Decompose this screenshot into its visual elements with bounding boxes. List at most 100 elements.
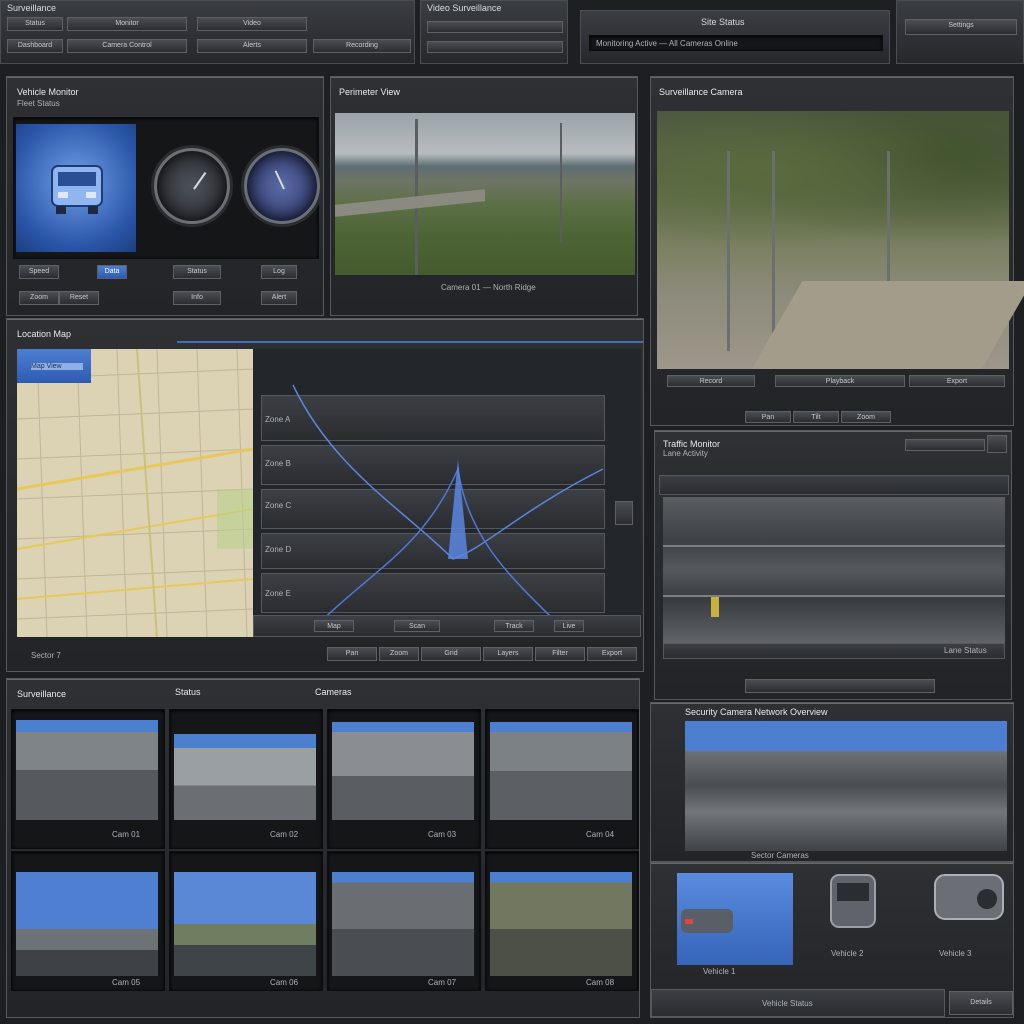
perimeter-camera-panel: Perimeter View Camera 01 — North Ridge xyxy=(330,76,638,316)
map-view[interactable]: Map View xyxy=(17,349,253,637)
control-export[interactable]: Export xyxy=(587,647,637,661)
control-grid[interactable]: Grid xyxy=(421,647,481,661)
camera-tile[interactable]: Cam 01 xyxy=(11,709,165,849)
camera-tile[interactable]: Cam 07 xyxy=(327,851,481,991)
tab-monitor[interactable]: Monitor xyxy=(67,17,187,31)
pan-button[interactable]: Pan xyxy=(745,411,791,423)
vehicle-footer: Vehicle Status xyxy=(651,989,945,1017)
pole xyxy=(560,123,562,243)
top-toolbar-left: Surveillance Status Monitor Video Dashbo… xyxy=(0,0,415,64)
zoom-button[interactable]: Zoom xyxy=(19,291,59,305)
control-filter[interactable]: Filter xyxy=(535,647,585,661)
tab-status[interactable]: Status xyxy=(7,17,63,31)
camera-tile[interactable]: Cam 04 xyxy=(485,709,639,849)
status-title: Site Status xyxy=(701,17,745,27)
chart-area: Zone A Zone B Zone C Zone D Zone E xyxy=(253,349,641,637)
details-button[interactable]: Details xyxy=(949,991,1013,1015)
center-button-2[interactable] xyxy=(427,41,563,53)
camera-tile[interactable]: Cam 08 xyxy=(485,851,639,991)
panel-footer: Sector Cameras xyxy=(751,851,809,860)
alert-button[interactable]: Alert xyxy=(261,291,297,305)
zoom-button[interactable]: Zoom xyxy=(841,411,891,423)
playback-button[interactable]: Playback xyxy=(775,375,905,387)
map-tab-label: Map View xyxy=(31,363,83,370)
vehicle-icon xyxy=(830,874,876,928)
camera-tile[interactable]: Cam 05 xyxy=(11,851,165,991)
center-button-1[interactable] xyxy=(427,21,563,33)
chart-side-button[interactable] xyxy=(615,501,633,525)
control-zoom[interactable]: Zoom xyxy=(379,647,419,661)
camera-tile[interactable]: Cam 06 xyxy=(169,851,323,991)
location-map-panel: Location Map Map View Zone A Zone B Zone… xyxy=(6,318,644,672)
vehicle-label: Vehicle 3 xyxy=(939,949,972,958)
camera-caption: Cam 05 xyxy=(112,978,141,987)
settings-button[interactable]: Settings xyxy=(905,19,1017,35)
surveillance-camera-panel: Surveillance Camera Record Playback Expo… xyxy=(650,76,1024,426)
camera-tile[interactable]: Cam 02 xyxy=(169,709,323,849)
vehicle-display xyxy=(13,117,320,259)
camera-caption: Cam 01 xyxy=(112,830,141,839)
log-button[interactable]: Log xyxy=(261,265,297,279)
close-icon[interactable] xyxy=(987,435,1007,453)
info-button[interactable]: Info xyxy=(173,291,221,305)
center-title: Video Surveillance xyxy=(427,3,502,13)
reset-button[interactable]: Reset xyxy=(59,291,99,305)
panel-title: Traffic Monitor xyxy=(663,439,721,449)
camera-feed[interactable] xyxy=(335,113,635,275)
panel-title: Security Camera Network Overview xyxy=(685,707,828,717)
path xyxy=(751,281,1024,369)
data-button[interactable]: Data xyxy=(97,265,127,279)
panel-title: Surveillance Camera xyxy=(659,87,743,97)
footer-label: Vehicle Status xyxy=(762,999,813,1008)
street-map xyxy=(17,349,253,637)
record-button[interactable]: Record xyxy=(667,375,755,387)
vehicle-label: Vehicle 2 xyxy=(831,949,864,958)
tilt-button[interactable]: Tilt xyxy=(793,411,839,423)
camera-feed xyxy=(490,872,632,976)
car-icon xyxy=(681,909,733,933)
network-feed[interactable] xyxy=(685,721,1007,851)
camera-caption: Camera 01 — North Ridge xyxy=(441,283,536,292)
vehicle-label: Vehicle 1 xyxy=(703,967,736,976)
traffic-footer: Lane Status xyxy=(663,643,1005,659)
status-line-box: Monitoring Active — All Cameras Online xyxy=(589,35,883,51)
control-layers[interactable]: Layers xyxy=(483,647,533,661)
camera-caption: Cam 04 xyxy=(586,830,615,839)
footer-live[interactable]: Live xyxy=(554,620,584,632)
control-pan[interactable]: Pan xyxy=(327,647,377,661)
toolbar-row-alerts[interactable]: Alerts xyxy=(197,39,307,53)
bus-icon xyxy=(51,165,103,214)
vehicle-icon xyxy=(934,874,1004,920)
toolbar-row-dashboard[interactable]: Dashboard xyxy=(7,39,63,53)
status-button[interactable]: Status xyxy=(173,265,221,279)
camera-feed[interactable] xyxy=(657,111,1024,369)
header-button[interactable] xyxy=(905,439,985,451)
camera-feed xyxy=(174,734,316,820)
camera-caption: Cam 03 xyxy=(428,830,457,839)
camera-caption: Cam 07 xyxy=(428,978,457,987)
camera-feed xyxy=(332,722,474,820)
traffic-feed[interactable] xyxy=(663,497,1005,643)
vehicle-preview xyxy=(16,124,136,252)
traffic-header xyxy=(659,475,1009,495)
toolbar-row-recording[interactable]: Recording xyxy=(313,39,411,53)
grid-header: Cameras xyxy=(315,687,352,697)
tab-surveillance[interactable]: Surveillance xyxy=(7,3,67,13)
map-tab[interactable]: Map View xyxy=(17,349,91,383)
speed-button[interactable]: Speed xyxy=(19,265,59,279)
camera-tile[interactable]: Cam 03 xyxy=(327,709,481,849)
footer-map[interactable]: Map xyxy=(314,620,354,632)
toolbar-row-camera-control[interactable]: Camera Control xyxy=(67,39,187,53)
road xyxy=(335,189,485,217)
footer-track[interactable]: Track xyxy=(494,620,534,632)
lane-marker xyxy=(711,597,719,617)
export-button[interactable]: Export xyxy=(909,375,1005,387)
map-overlay-label: Sector 7 xyxy=(31,651,61,660)
footer-scan[interactable]: Scan xyxy=(394,620,440,632)
tab-video[interactable]: Video xyxy=(197,17,307,31)
camera-caption: Cam 02 xyxy=(270,830,299,839)
map-footer-bar: Map Scan Track Live xyxy=(253,615,641,637)
vehicle-thumb[interactable] xyxy=(677,873,793,965)
grid-header: Surveillance xyxy=(17,689,67,699)
traffic-control[interactable] xyxy=(745,679,935,693)
